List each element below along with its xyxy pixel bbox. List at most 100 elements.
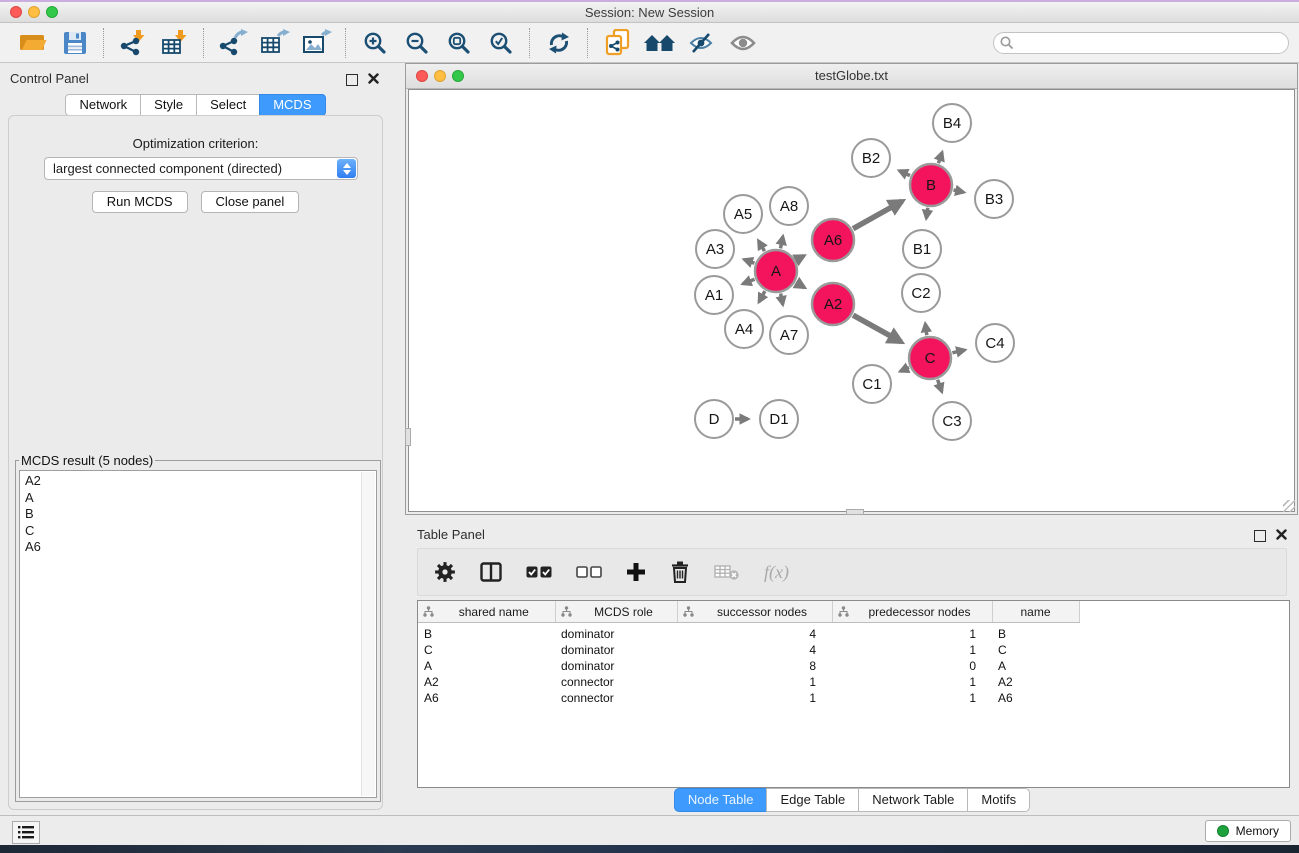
column-header-shared-name[interactable]: shared name: [418, 601, 555, 623]
run-mcds-button[interactable]: Run MCDS: [92, 191, 188, 213]
open-session-icon[interactable]: [12, 26, 54, 60]
tab-motifs[interactable]: Motifs: [967, 788, 1030, 812]
node-B1[interactable]: B1: [903, 230, 941, 268]
node-C1[interactable]: C1: [853, 365, 891, 403]
edge-A6-B[interactable]: [853, 201, 902, 229]
import-network-icon[interactable]: [112, 26, 154, 60]
float-panel-icon[interactable]: [346, 74, 358, 86]
edge-B-B2[interactable]: [899, 171, 910, 176]
node-A6[interactable]: A6: [812, 219, 854, 261]
column-settings-icon[interactable]: [434, 561, 456, 583]
edge-A-A4[interactable]: [759, 291, 765, 302]
column-header-successor-nodes[interactable]: successor nodes: [677, 601, 832, 623]
tab-network[interactable]: Network: [65, 94, 141, 116]
node-C[interactable]: C: [909, 337, 951, 379]
tab-edge-table[interactable]: Edge Table: [766, 788, 859, 812]
search-input[interactable]: [993, 32, 1289, 54]
tab-node-table[interactable]: Node Table: [674, 788, 768, 812]
edge-A-A5[interactable]: [759, 241, 765, 251]
node-C2[interactable]: C2: [902, 274, 940, 312]
node-D1[interactable]: D1: [760, 400, 798, 438]
tab-mcds[interactable]: MCDS: [259, 94, 325, 116]
node-B2[interactable]: B2: [852, 139, 890, 177]
edge-C-C3[interactable]: [938, 380, 942, 392]
node-A[interactable]: A: [755, 250, 797, 292]
export-image-icon[interactable]: [296, 26, 338, 60]
node-A5[interactable]: A5: [724, 195, 762, 233]
function-builder-icon[interactable]: f(x): [764, 562, 789, 583]
select-all-icon[interactable]: [526, 566, 552, 578]
column-header-predecessor-nodes[interactable]: predecessor nodes: [832, 601, 992, 623]
zoom-in-icon[interactable]: [354, 26, 396, 60]
show-graphics-details-icon[interactable]: [722, 26, 764, 60]
mcds-result-item[interactable]: C: [25, 523, 360, 540]
zoom-selected-icon[interactable]: [480, 26, 522, 60]
node-B4[interactable]: B4: [933, 104, 971, 142]
edge-A-A2[interactable]: [796, 283, 805, 288]
edge-B-B1[interactable]: [926, 208, 928, 219]
edge-A-A6[interactable]: [796, 256, 804, 260]
tab-network-table[interactable]: Network Table: [858, 788, 968, 812]
split-view-icon[interactable]: [480, 562, 502, 582]
close-panel-icon[interactable]: [368, 71, 379, 89]
node-A4[interactable]: A4: [725, 310, 763, 348]
deselect-all-icon[interactable]: [576, 566, 602, 578]
table-row[interactable]: A6connector11A6: [418, 690, 1289, 706]
mcds-result-item[interactable]: A6: [25, 539, 360, 556]
edge-B-B4[interactable]: [938, 152, 942, 163]
node-B3[interactable]: B3: [975, 180, 1013, 218]
node-C4[interactable]: C4: [976, 324, 1014, 362]
result-scrollbar[interactable]: [361, 472, 375, 796]
hide-graphics-details-icon[interactable]: [680, 26, 722, 60]
column-header-mcds-role[interactable]: MCDS role: [555, 601, 677, 623]
delete-column-icon[interactable]: [670, 561, 690, 583]
delete-table-icon[interactable]: [714, 563, 740, 581]
node-A3[interactable]: A3: [696, 230, 734, 268]
node-A7[interactable]: A7: [770, 316, 808, 354]
mcds-result-item[interactable]: B: [25, 506, 360, 523]
add-column-icon[interactable]: [626, 562, 646, 582]
edge-C-C4[interactable]: [952, 350, 964, 353]
table-row[interactable]: Adominator80A: [418, 658, 1289, 674]
clone-network-icon[interactable]: [596, 26, 638, 60]
table-row[interactable]: Cdominator41C: [418, 642, 1289, 658]
edge-C-C1[interactable]: [900, 367, 909, 371]
frame-resize-grip-corner[interactable]: [1283, 500, 1295, 512]
memory-button[interactable]: Memory: [1205, 820, 1291, 842]
close-table-panel-icon[interactable]: [1276, 527, 1287, 545]
optimization-criterion-select[interactable]: largest connected component (directed): [44, 157, 358, 180]
edge-A-A8[interactable]: [781, 236, 783, 248]
edge-A2-C[interactable]: [853, 315, 901, 342]
frame-resize-grip-bottom[interactable]: [846, 509, 864, 515]
reset-home-icon[interactable]: [638, 26, 680, 60]
zoom-out-icon[interactable]: [396, 26, 438, 60]
table-row[interactable]: Bdominator41B: [418, 623, 1289, 643]
show-panels-button[interactable]: [12, 821, 40, 844]
mcds-result-item[interactable]: A: [25, 490, 360, 507]
edge-A-A7[interactable]: [781, 294, 783, 305]
node-A2[interactable]: A2: [812, 283, 854, 325]
edge-C-C2[interactable]: [925, 324, 927, 336]
save-session-icon[interactable]: [54, 26, 96, 60]
table-row[interactable]: A2connector11A2: [418, 674, 1289, 690]
tab-select[interactable]: Select: [196, 94, 260, 116]
edge-B-B3[interactable]: [954, 190, 964, 192]
edge-A-A3[interactable]: [744, 260, 754, 264]
node-C3[interactable]: C3: [933, 402, 971, 440]
close-panel-button[interactable]: Close panel: [201, 191, 300, 213]
node-A8[interactable]: A8: [770, 187, 808, 225]
column-header-name[interactable]: name: [992, 601, 1079, 623]
export-table-icon[interactable]: [254, 26, 296, 60]
edge-A-A1[interactable]: [743, 279, 755, 284]
network-canvas[interactable]: B4 B2 B B3 A5A8A6 A3 B1 A C2 A1 A2 A4A7 C4 C C1 D D1 C3: [408, 89, 1295, 512]
float-table-panel-icon[interactable]: [1254, 530, 1266, 542]
import-table-icon[interactable]: [154, 26, 196, 60]
export-network-icon[interactable]: [212, 26, 254, 60]
node-A1[interactable]: A1: [695, 276, 733, 314]
refresh-icon[interactable]: [538, 26, 580, 60]
network-window-titlebar[interactable]: testGlobe.txt: [406, 64, 1297, 89]
zoom-fit-icon[interactable]: [438, 26, 480, 60]
node-D[interactable]: D: [695, 400, 733, 438]
node-B[interactable]: B: [910, 164, 952, 206]
frame-resize-grip-left[interactable]: [405, 428, 411, 446]
